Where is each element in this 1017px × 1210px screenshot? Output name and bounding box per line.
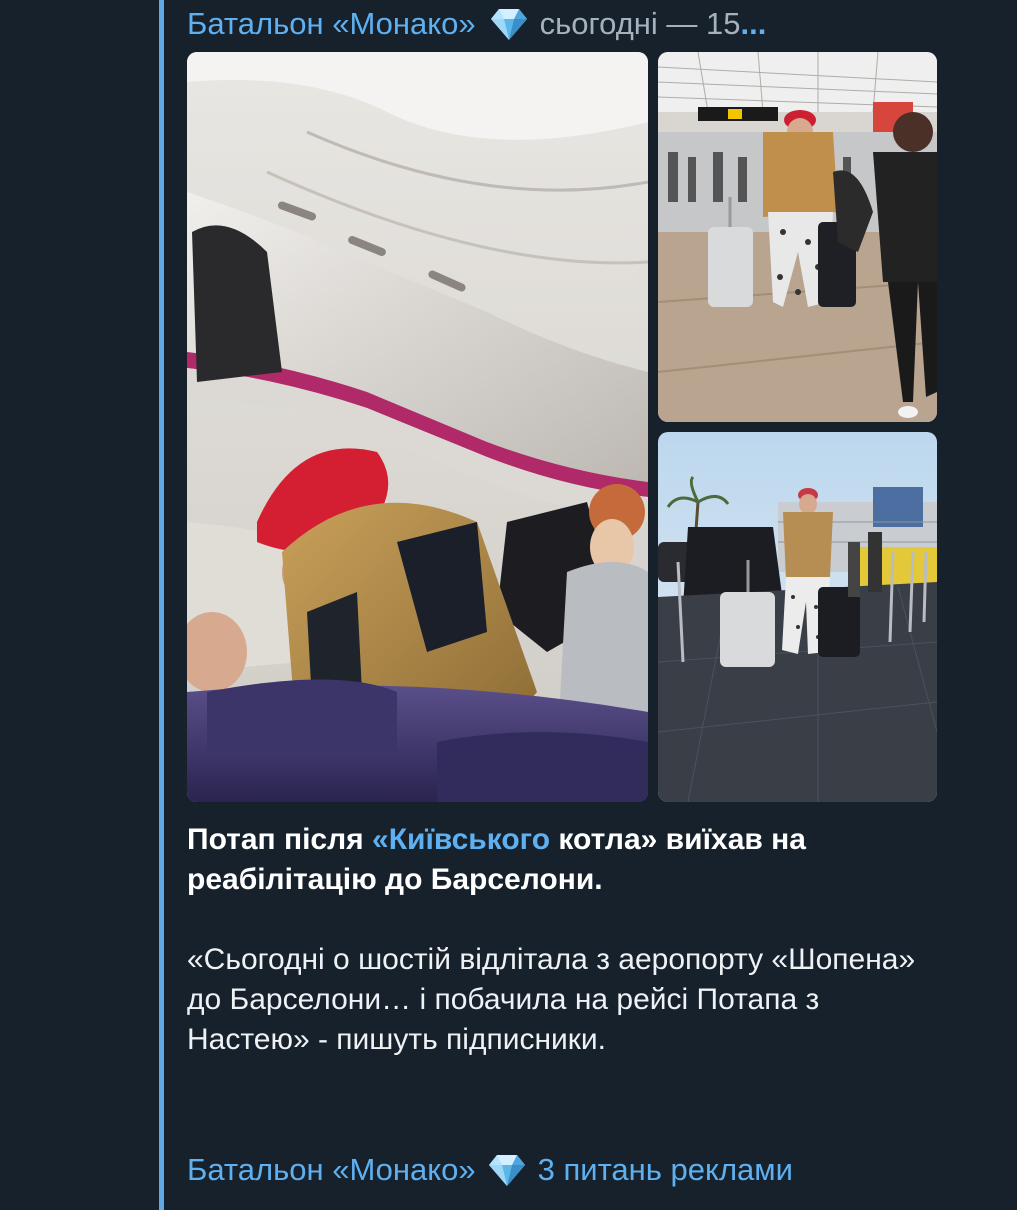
channel-name-link[interactable]: Батальон «Монако» (187, 6, 476, 42)
post-timestamp: сьогодні — 15... (539, 6, 767, 41)
hashtag-link[interactable]: «Київського (372, 823, 550, 856)
photo-airplane-cabin[interactable] (187, 52, 648, 802)
footer-channel-link[interactable]: Батальон «Монако» (187, 1152, 476, 1188)
caption-headline: Потап після «Київського котла» виїхав на… (187, 823, 806, 896)
message-header: Батальон «Монако» сьогодні — 15... (187, 4, 766, 44)
message-view: Батальон «Монако» сьогодні — 15... Потап… (0, 0, 1017, 1210)
caption-quote: «Сьогодні о шостій відлітала з аеропорту… (187, 943, 916, 1056)
gem-icon (488, 1153, 526, 1187)
photo-airport-terminal[interactable] (658, 52, 937, 422)
forward-quote-bar (159, 0, 164, 1210)
gem-icon (490, 7, 528, 41)
footer-ads-link[interactable]: 3 питань реклами (538, 1152, 793, 1188)
message-footer: Батальон «Монако» 3 питань реклами (187, 1148, 793, 1192)
photo-airport-outside[interactable] (658, 432, 937, 802)
post-caption: Потап після «Київського котла» виїхав на… (187, 820, 947, 1060)
